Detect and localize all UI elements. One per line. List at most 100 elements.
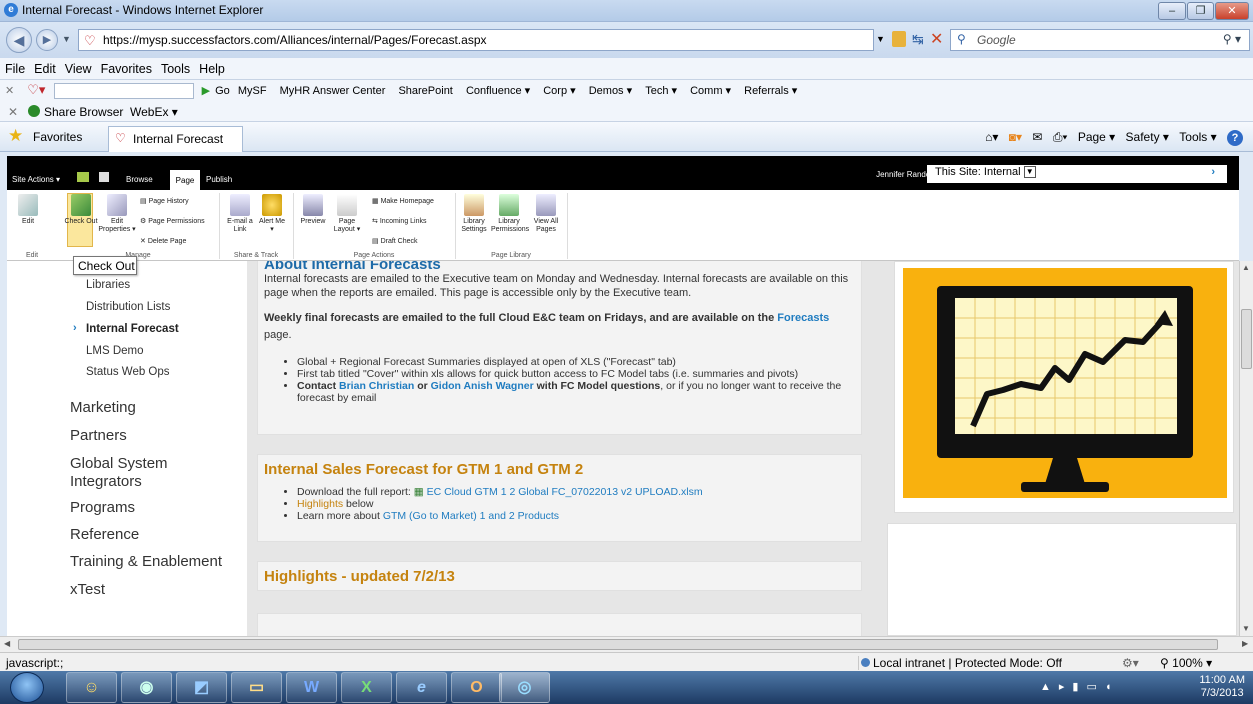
scroll-right-icon[interactable]: ▶ — [1242, 639, 1248, 648]
site-search-go-icon[interactable]: › — [1211, 166, 1215, 178]
edit-properties-button[interactable]: Edit Properties ▾ — [97, 194, 137, 234]
taskbar-browser-icon[interactable]: ◉ — [121, 672, 172, 703]
email-link-button[interactable]: E-mail a Link — [225, 194, 255, 234]
link-demos[interactable]: Demos ▾ — [584, 80, 637, 97]
gidon-wagner-link[interactable]: Gidon Anish Wagner — [431, 380, 534, 392]
address-input[interactable]: ♡ https://mysp.successfactors.com/Allian… — [78, 29, 874, 51]
protected-mode-icon[interactable]: ⚙▾ — [1122, 656, 1139, 670]
taskbar-app-icon[interactable]: ◩ — [176, 672, 227, 703]
menu-tools[interactable]: Tools — [156, 58, 194, 76]
page-layout-button[interactable]: Page Layout ▾ — [329, 194, 365, 234]
tab-page[interactable]: Page — [170, 170, 200, 190]
link-myhr[interactable]: MyHR Answer Center — [275, 81, 391, 97]
link-confluence[interactable]: Confluence ▾ — [461, 80, 535, 97]
nav-lms-demo[interactable]: LMS Demo — [86, 345, 144, 357]
tab-publish[interactable]: Publish — [206, 175, 232, 184]
close-share-toolbar-icon[interactable]: ✕ — [8, 105, 18, 119]
edit-page-icon[interactable] — [99, 172, 109, 182]
menu-edit[interactable]: Edit — [29, 58, 60, 76]
brian-christian-link[interactable]: Brian Christian — [339, 380, 414, 392]
zoom-level[interactable]: ⚲ 100% ▾ — [1160, 656, 1212, 670]
incoming-links-button[interactable]: ⇆ Incoming Links — [372, 218, 427, 226]
search-go-icon[interactable]: ⚲ ▾ — [1223, 32, 1241, 46]
navigate-up-icon[interactable] — [77, 172, 89, 182]
nav-internal-forecast[interactable]: Internal Forecast — [86, 323, 179, 335]
page-permissions-button[interactable]: ⚙ Page Permissions — [140, 218, 205, 226]
library-settings-button[interactable]: Library Settings — [459, 194, 489, 234]
link-sharepoint[interactable]: SharePoint — [393, 81, 457, 97]
link-corp[interactable]: Corp ▾ — [538, 80, 580, 97]
link-comm[interactable]: Comm ▾ — [685, 80, 736, 97]
site-search-input[interactable]: This Site: Internal ▼ › — [927, 165, 1227, 183]
nav-partners[interactable]: Partners — [70, 427, 127, 444]
scroll-down-icon[interactable]: ▼ — [1242, 624, 1250, 633]
nav-training-enablement[interactable]: Training & Enablement — [70, 553, 222, 570]
site-actions-menu[interactable]: Site Actions ▾ — [12, 175, 60, 184]
close-window-button[interactable]: ✕ — [1215, 2, 1249, 20]
scope-dropdown-icon[interactable]: ▼ — [1023, 166, 1036, 179]
menu-favorites[interactable]: Favorites — [96, 58, 156, 76]
webex-menu[interactable]: WebEx ▾ — [130, 105, 178, 119]
edit-button[interactable]: Edit — [10, 194, 46, 226]
delete-page-button[interactable]: ✕ Delete Page — [140, 238, 186, 246]
taskbar-ie-icon[interactable]: e — [396, 672, 447, 703]
scroll-up-icon[interactable]: ▲ — [1242, 263, 1250, 272]
page-menu[interactable]: Page ▾ — [1078, 130, 1115, 144]
nav-reference[interactable]: Reference — [70, 526, 139, 543]
heart-icon[interactable]: ♡▾ — [22, 81, 50, 98]
preview-button[interactable]: Preview — [299, 194, 327, 226]
menu-view[interactable]: View — [60, 58, 96, 76]
security-zone[interactable]: Local intranet | Protected Mode: Off — [858, 656, 1088, 670]
nav-distribution-lists[interactable]: Distribution Lists — [86, 301, 170, 313]
compatibility-icon[interactable]: ↹ — [912, 31, 924, 48]
history-dropdown-icon[interactable]: ▼ — [62, 34, 71, 44]
taskbar-excel-icon[interactable]: X — [341, 672, 392, 703]
make-homepage-button[interactable]: ▦ Make Homepage — [372, 198, 434, 206]
nav-marketing[interactable]: Marketing — [70, 399, 136, 416]
page-history-button[interactable]: ▤ Page History — [140, 198, 189, 206]
nav-xtest[interactable]: xTest — [70, 581, 105, 598]
print-icon[interactable]: ⎙▾ — [1053, 130, 1068, 144]
menu-file[interactable]: File — [0, 58, 29, 76]
check-out-label-wrap[interactable]: Check Out — [62, 194, 100, 226]
nav-global-system-integrators[interactable]: Global System Integrators — [70, 455, 220, 491]
back-button[interactable]: ◀ — [6, 27, 32, 53]
lock-icon[interactable] — [892, 31, 906, 47]
help-icon[interactable]: ? — [1227, 130, 1243, 146]
home-icon[interactable]: ⌂▾ — [985, 130, 998, 144]
taskbar-active-app-icon[interactable]: ◎ — [499, 672, 550, 703]
close-toolbar-icon[interactable]: ✕ — [0, 80, 19, 97]
forecast-file-link[interactable]: EC Cloud GTM 1 2 Global FC_07022013 v2 U… — [427, 486, 703, 498]
library-permissions-button[interactable]: Library Permissions — [491, 194, 529, 234]
start-button[interactable] — [10, 672, 44, 703]
feeds-icon[interactable]: ◙▾ — [1009, 130, 1022, 144]
menu-help[interactable]: Help — [194, 58, 229, 76]
clock[interactable]: 11:00 AM 7/3/2013 — [1199, 674, 1245, 700]
link-referrals[interactable]: Referrals ▾ — [739, 80, 802, 97]
taskbar-explorer-icon[interactable]: ▭ — [231, 672, 282, 703]
vertical-scrollbar[interactable]: ▲ ▼ — [1239, 261, 1253, 636]
taskbar-messenger-icon[interactable]: ☺ — [66, 672, 117, 703]
draft-check-button[interactable]: ▤ Draft Check — [372, 238, 418, 246]
link-tech[interactable]: Tech ▾ — [640, 80, 682, 97]
nav-libraries[interactable]: Libraries — [86, 279, 130, 291]
go-button[interactable]: Go — [215, 85, 230, 97]
nav-status-web-ops[interactable]: Status Web Ops — [86, 366, 170, 378]
horizontal-scrollbar[interactable]: ◀ ▶ — [0, 636, 1253, 652]
taskbar-word-icon[interactable]: W — [286, 672, 337, 703]
share-browser-button[interactable]: Share Browser — [44, 105, 123, 119]
highlights-link[interactable]: Highlights — [297, 498, 343, 510]
tab-browse[interactable]: Browse — [126, 175, 153, 184]
view-all-pages-button[interactable]: View All Pages — [531, 194, 561, 234]
minimize-button[interactable]: – — [1158, 2, 1186, 20]
forecasts-link[interactable]: Forecasts — [777, 312, 829, 324]
maximize-button[interactable]: ❐ — [1187, 2, 1214, 20]
alert-me-button[interactable]: Alert Me ▾ — [257, 194, 287, 234]
search-input[interactable]: ⚲ Google ⚲ ▾ — [950, 29, 1250, 51]
forward-button[interactable]: ▶ — [36, 29, 58, 51]
gtm-products-link[interactable]: GTM (Go to Market) 1 and 2 Products — [383, 510, 559, 522]
nav-programs[interactable]: Programs — [70, 499, 135, 516]
safety-menu[interactable]: Safety ▾ — [1126, 130, 1169, 144]
favorites-star-icon[interactable]: ★ — [8, 126, 23, 146]
mail-icon[interactable]: ✉ — [1032, 130, 1042, 144]
